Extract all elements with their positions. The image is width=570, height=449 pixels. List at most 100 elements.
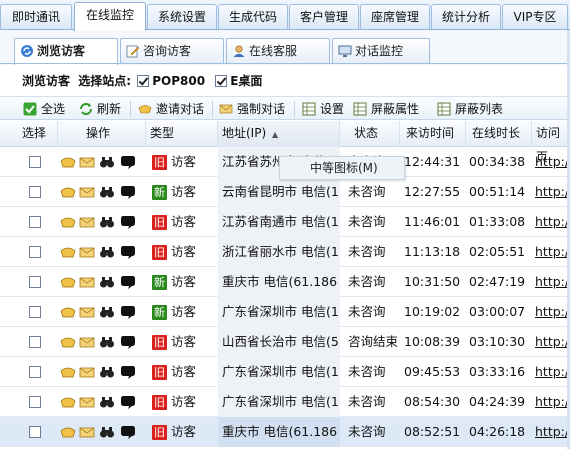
col-header-duration[interactable]: 在线时长	[466, 121, 532, 147]
subtab-consulting-visitors[interactable]: 咨询访客	[120, 38, 224, 64]
refresh-button[interactable]: 刷新	[78, 99, 121, 119]
tab-customer-management[interactable]: 客户管理	[289, 4, 359, 29]
chat-bubble-icon[interactable]	[120, 364, 136, 380]
force-chat-icon[interactable]	[79, 424, 95, 440]
binoculars-icon[interactable]	[99, 394, 115, 410]
binoculars-icon[interactable]	[99, 244, 115, 260]
invite-chat-icon[interactable]	[60, 334, 76, 350]
select-all-button[interactable]: 全选	[22, 99, 65, 119]
table-row[interactable]: 旧访客 重庆市 电信(61.186 未咨询 08:52:51 04:26:18 http:…	[0, 417, 570, 447]
table-row[interactable]: 旧访客 广东省深圳市 电信(1 未咨询 09:45:53 03:33:16 http:/	[0, 357, 570, 387]
site-checkbox-edesktop[interactable]	[215, 75, 228, 87]
invite-chat-icon[interactable]	[60, 364, 76, 380]
binoculars-icon[interactable]	[99, 184, 115, 200]
row-select-checkbox[interactable]	[29, 246, 41, 258]
table-row[interactable]: 旧访客 山西省长治市 电信(5 咨询结束 10:08:39 03:10:30 http:/	[0, 327, 570, 357]
settings-button[interactable]: 设置	[301, 99, 344, 119]
table-row[interactable]: 新访客 广东省深圳市 电信(1 未咨询 10:19:02 03:00:07 http:/	[0, 297, 570, 327]
tab-system-settings[interactable]: 系统设置	[147, 4, 217, 29]
table-row[interactable]: 旧访客 浙江省丽水市 电信(1 未咨询 11:13:18 02:05:51 http:/	[0, 237, 570, 267]
table-row[interactable]: 旧访客 江苏省南通市 电信(1 未咨询 11:46:01 01:33:08 http:/	[0, 207, 570, 237]
binoculars-icon[interactable]	[99, 304, 115, 320]
col-header-visit-page[interactable]: 访问页	[532, 121, 570, 164]
binoculars-icon[interactable]	[99, 334, 115, 350]
subtab-label: 浏览访客	[37, 44, 86, 58]
chat-bubble-icon[interactable]	[120, 244, 136, 260]
col-header-address[interactable]: 地址(IP) ▲	[218, 121, 340, 147]
tab-instant-messaging[interactable]: 即时通讯	[0, 4, 72, 29]
force-chat-icon[interactable]	[79, 394, 95, 410]
site-checkbox-pop800[interactable]	[137, 75, 150, 87]
col-header-select[interactable]: 选择	[0, 121, 58, 147]
chat-bubble-icon[interactable]	[120, 304, 136, 320]
chat-bubble-icon[interactable]	[120, 424, 136, 440]
invite-chat-icon[interactable]	[60, 274, 76, 290]
binoculars-icon[interactable]	[99, 424, 115, 440]
visit-page-link[interactable]: http:/	[535, 417, 570, 447]
tab-agent-management[interactable]: 座席管理	[360, 4, 430, 29]
subtab-online-agents[interactable]: 在线客服	[226, 38, 330, 64]
row-select-checkbox[interactable]	[29, 186, 41, 198]
force-chat-icon[interactable]	[79, 214, 95, 230]
visit-page-link[interactable]: http:/	[535, 177, 570, 207]
chat-bubble-icon[interactable]	[120, 334, 136, 350]
table-row[interactable]: 旧访客 广东省深圳市 电信(1 未咨询 08:54:30 04:24:39 http:/	[0, 387, 570, 417]
invite-chat-icon[interactable]	[60, 244, 76, 260]
block-attribute-button[interactable]: 屏蔽属性	[352, 99, 419, 119]
chat-bubble-icon[interactable]	[120, 184, 136, 200]
row-select-checkbox[interactable]	[29, 366, 41, 378]
toolbar-separator	[212, 101, 213, 117]
col-header-visit-time[interactable]: 来访时间	[400, 121, 466, 147]
row-select-checkbox[interactable]	[29, 306, 41, 318]
force-chat-icon[interactable]	[79, 304, 95, 320]
binoculars-icon[interactable]	[99, 214, 115, 230]
binoculars-icon[interactable]	[99, 364, 115, 380]
force-chat-icon[interactable]	[79, 274, 95, 290]
invite-chat-icon[interactable]	[60, 214, 76, 230]
tab-statistics[interactable]: 统计分析	[431, 4, 501, 29]
col-header-action[interactable]: 操作	[58, 121, 146, 147]
visit-page-link[interactable]: http:/	[535, 357, 570, 387]
invite-chat-icon[interactable]	[60, 394, 76, 410]
col-header-type[interactable]: 类型	[146, 121, 218, 147]
visit-page-link[interactable]: http:/	[535, 237, 570, 267]
invite-chat-icon[interactable]	[60, 154, 76, 170]
binoculars-icon[interactable]	[99, 154, 115, 170]
force-chat-button[interactable]: 强制对话	[218, 99, 285, 119]
force-chat-icon[interactable]	[79, 244, 95, 260]
force-chat-icon[interactable]	[79, 184, 95, 200]
invite-chat-icon[interactable]	[60, 184, 76, 200]
visit-page-link[interactable]: http:/	[535, 267, 570, 297]
col-header-status[interactable]: 状态	[340, 121, 400, 147]
invite-chat-icon[interactable]	[60, 304, 76, 320]
row-select-checkbox[interactable]	[29, 216, 41, 228]
tab-online-monitor[interactable]: 在线监控	[74, 2, 146, 31]
chat-bubble-icon[interactable]	[120, 214, 136, 230]
force-chat-icon[interactable]	[79, 154, 95, 170]
row-select-checkbox[interactable]	[29, 276, 41, 288]
row-select-checkbox[interactable]	[29, 156, 41, 168]
visit-page-link[interactable]: http:/	[535, 147, 570, 177]
row-select-checkbox[interactable]	[29, 426, 41, 438]
chat-bubble-icon[interactable]	[120, 154, 136, 170]
tab-generate-code[interactable]: 生成代码	[218, 4, 288, 29]
table-row[interactable]: 新访客 重庆市 电信(61.186 未咨询 10:31:50 02:47:19 http:…	[0, 267, 570, 297]
visit-page-link[interactable]: http:/	[535, 207, 570, 237]
chat-bubble-icon[interactable]	[120, 394, 136, 410]
block-list-button[interactable]: 屏蔽列表	[436, 99, 503, 119]
table-row[interactable]: 新访客 云南省昆明市 电信(1 未咨询 12:27:55 00:51:14 http:/	[0, 177, 570, 207]
row-select-checkbox[interactable]	[29, 336, 41, 348]
force-chat-icon[interactable]	[79, 364, 95, 380]
row-select-checkbox[interactable]	[29, 396, 41, 408]
tab-vip[interactable]: VIP专区	[502, 4, 568, 29]
invite-chat-button[interactable]: 邀请对话	[137, 99, 204, 119]
visit-page-link[interactable]: http:/	[535, 387, 570, 417]
subtab-dialog-monitor[interactable]: 对话监控	[332, 38, 430, 64]
chat-bubble-icon[interactable]	[120, 274, 136, 290]
visit-page-link[interactable]: http:/	[535, 327, 570, 357]
invite-chat-icon[interactable]	[60, 424, 76, 440]
force-chat-icon[interactable]	[79, 334, 95, 350]
subtab-browsing-visitors[interactable]: 浏览访客	[14, 38, 118, 65]
binoculars-icon[interactable]	[99, 274, 115, 290]
visit-page-link[interactable]: http:/	[535, 297, 570, 327]
